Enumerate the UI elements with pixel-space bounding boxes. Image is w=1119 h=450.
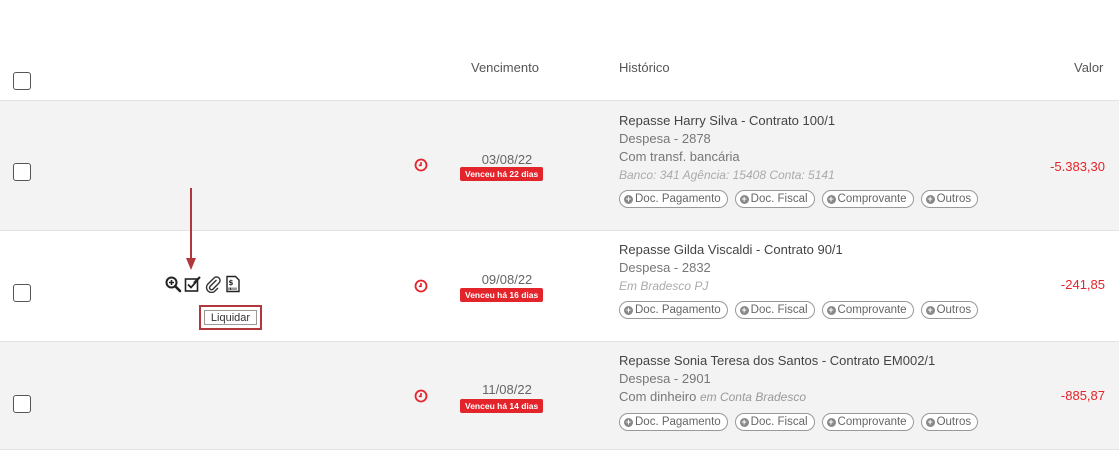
history-account: em Conta Bradesco: [699, 390, 807, 404]
plus-icon: +: [925, 304, 935, 315]
svg-text:$: $: [229, 279, 234, 287]
history-method: Com transf. bancária: [619, 149, 740, 164]
clock-icon: [414, 389, 428, 403]
header-vencimento[interactable]: Vencimento: [471, 60, 539, 75]
doc-pagamento-chip[interactable]: + Doc. Pagamento: [619, 190, 728, 208]
liquidar-icon[interactable]: [184, 275, 202, 293]
outros-chip[interactable]: + Outros: [920, 413, 979, 431]
header-historico[interactable]: Histórico: [619, 60, 670, 75]
tooltip-label: Liquidar: [204, 310, 257, 325]
outros-chip[interactable]: + Outros: [920, 301, 979, 319]
valor-cell: -5.383,30: [1050, 159, 1105, 174]
plus-icon: +: [826, 304, 836, 315]
outros-chip[interactable]: + Outros: [920, 190, 979, 208]
comprovante-chip[interactable]: + Comprovante: [821, 413, 914, 431]
history-method: Com dinheiro: [619, 389, 697, 404]
select-all-checkbox[interactable]: [13, 72, 31, 90]
valor-cell: -241,85: [1060, 277, 1105, 292]
plus-icon: +: [624, 193, 633, 204]
plus-icon: +: [925, 193, 935, 204]
plus-icon: +: [739, 193, 749, 204]
clock-icon: [414, 279, 428, 293]
due-date: 03/08/22: [481, 152, 533, 167]
table-row[interactable]: 11/08/22 Venceu há 14 dias Repasse Sonia…: [0, 342, 1119, 450]
doc-fiscal-chip[interactable]: + Doc. Fiscal: [734, 190, 815, 208]
plus-icon: +: [739, 416, 749, 427]
comprovante-chip[interactable]: + Comprovante: [821, 301, 914, 319]
comprovante-chip[interactable]: + Comprovante: [821, 190, 914, 208]
historico-cell: Repasse Harry Silva - Contrato 100/1 Des…: [619, 112, 835, 184]
historico-cell: Repasse Gilda Viscaldi - Contrato 90/1 D…: [619, 241, 843, 295]
overdue-badge: Venceu há 16 dias: [460, 288, 544, 302]
plus-icon: +: [826, 193, 836, 204]
payments-table: Vencimento Histórico Valor 03/08/22 Venc…: [0, 0, 1119, 450]
history-category: Despesa - 2878: [619, 131, 711, 146]
attach-icon[interactable]: [204, 275, 222, 293]
overdue-badge: Venceu há 14 dias: [460, 399, 544, 413]
valor-cell: -885,87: [1060, 388, 1105, 403]
doc-fiscal-chip[interactable]: + Doc. Fiscal: [734, 301, 815, 319]
overdue-badge: Venceu há 22 dias: [460, 167, 544, 181]
attachment-chips: + Doc. Pagamento + Doc. Fiscal + Comprovant…: [619, 190, 979, 208]
history-bank-info: Banco: 341 Agência: 15408 Conta: 5141: [619, 168, 835, 182]
history-title[interactable]: Repasse Sonia Teresa dos Santos - Contra…: [619, 352, 935, 370]
plus-icon: +: [624, 416, 633, 427]
attachment-chips: + Doc. Pagamento + Doc. Fiscal + Comprovant…: [619, 413, 979, 431]
clock-icon: [414, 158, 428, 172]
header-valor[interactable]: Valor: [1074, 60, 1103, 75]
plus-icon: +: [624, 304, 633, 315]
annotation-arrow-icon: [186, 188, 196, 270]
boleto-icon[interactable]: $: [224, 275, 242, 293]
row-checkbox[interactable]: [13, 284, 31, 302]
zoom-icon[interactable]: [164, 275, 182, 293]
due-date: 09/08/22: [481, 272, 533, 287]
history-category: Despesa - 2832: [619, 260, 711, 275]
attachment-chips: + Doc. Pagamento + Doc. Fiscal + Comprovant…: [619, 301, 979, 319]
history-category: Despesa - 2901: [619, 371, 711, 386]
table-header: Vencimento Histórico Valor: [0, 0, 1119, 101]
history-method-line: Com dinheiro em Conta Bradesco: [619, 388, 935, 406]
doc-fiscal-chip[interactable]: + Doc. Fiscal: [734, 413, 815, 431]
due-date: 11/08/22: [482, 382, 532, 397]
table-row[interactable]: 03/08/22 Venceu há 22 dias Repasse Harry…: [0, 101, 1119, 231]
row-checkbox[interactable]: [13, 163, 31, 181]
history-title[interactable]: Repasse Harry Silva - Contrato 100/1: [619, 112, 835, 130]
liquidar-tooltip: Liquidar: [199, 305, 262, 330]
row-actions: $: [164, 275, 242, 293]
doc-pagamento-chip[interactable]: + Doc. Pagamento: [619, 301, 728, 319]
history-title[interactable]: Repasse Gilda Viscaldi - Contrato 90/1: [619, 241, 843, 259]
history-bank-info: Em Bradesco PJ: [619, 279, 709, 293]
row-checkbox[interactable]: [13, 395, 31, 413]
plus-icon: +: [826, 416, 836, 427]
doc-pagamento-chip[interactable]: + Doc. Pagamento: [619, 413, 728, 431]
plus-icon: +: [739, 304, 749, 315]
plus-icon: +: [925, 416, 935, 427]
historico-cell: Repasse Sonia Teresa dos Santos - Contra…: [619, 352, 935, 406]
